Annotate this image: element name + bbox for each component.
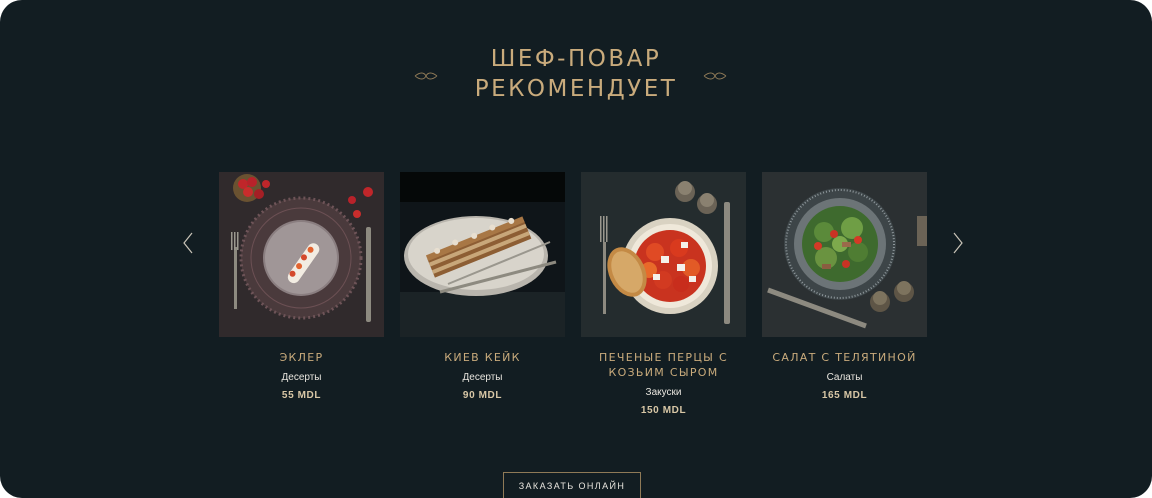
dish-photo-eclair[interactable] (219, 172, 384, 337)
dish-price: 165 MDL (821, 390, 868, 401)
dish-card-veal-salad[interactable]: САЛАТ С ТЕЛЯТИНОЙ Салаты 165 MDL (762, 172, 927, 403)
ornament-left-icon (414, 72, 438, 80)
dish-name[interactable]: САЛАТ С ТЕЛЯТИНОЙ (762, 350, 927, 365)
dish-photo-veal-salad[interactable] (762, 172, 927, 337)
dish-category: Десерты (281, 372, 322, 383)
chevron-right-icon[interactable] (952, 232, 964, 254)
dish-price: 150 MDL (640, 405, 687, 416)
dish-category: Салаты (826, 372, 863, 383)
dish-name[interactable]: ЭКЛЕР (219, 350, 384, 365)
dish-card-eclair[interactable]: ЭКЛЕР Десерты 55 MDL (219, 172, 384, 403)
section-title-line2: РЕКОМЕНДУЕТ (474, 76, 678, 102)
chef-recommends-section: ШЕФ-ПОВАР РЕКОМЕНДУЕТ ЭКЛЕР Десерты 55 M… (0, 0, 1152, 498)
dish-category: Десерты (462, 372, 503, 383)
ornament-right-icon (703, 72, 727, 80)
dish-name[interactable]: КИЕВ КЕЙК (400, 350, 565, 365)
dish-photo-roasted-peppers[interactable] (581, 172, 746, 337)
dish-photo-kiev-cake[interactable] (400, 172, 565, 337)
dish-price: 90 MDL (462, 390, 503, 401)
dish-name[interactable]: ПЕЧЕНЫЕ ПЕРЦЫ С КОЗЬИМ СЫРОМ (599, 350, 729, 380)
dish-card-kiev-cake[interactable]: КИЕВ КЕЙК Десерты 90 MDL (400, 172, 565, 403)
section-title-line1: ШЕФ-ПОВАР (490, 46, 662, 72)
chevron-left-icon[interactable] (182, 232, 194, 254)
dish-card-roasted-peppers[interactable]: ПЕЧЕНЫЕ ПЕРЦЫ С КОЗЬИМ СЫРОМ Закуски 150… (581, 172, 746, 418)
section-heading: ШЕФ-ПОВАР РЕКОМЕНДУЕТ (0, 44, 1152, 104)
order-online-button[interactable]: ЗАКАЗАТЬ ОНЛАЙН (503, 472, 641, 498)
dish-category: Закуски (645, 387, 682, 398)
dish-price: 55 MDL (281, 390, 322, 401)
